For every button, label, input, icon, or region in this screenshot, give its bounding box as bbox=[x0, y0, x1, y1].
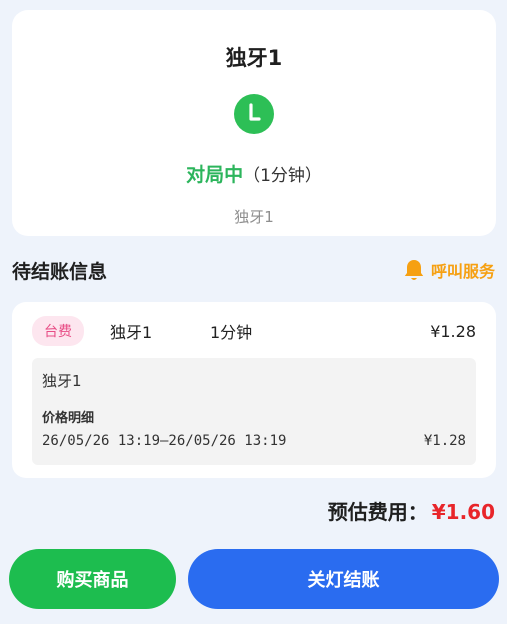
estimate-label: 预估费用： bbox=[327, 500, 428, 524]
detail-time-range: 26/05/26 13:19—26/05/26 13:19 bbox=[42, 433, 287, 449]
call-service-button[interactable]: 呼叫服务 bbox=[403, 256, 495, 284]
detail-label: 价格明细 bbox=[42, 411, 95, 426]
table-title: 独牙1 bbox=[225, 46, 283, 70]
fee-tag: 台费 bbox=[32, 316, 84, 346]
bell-icon bbox=[403, 258, 425, 282]
estimate-value: ¥1.60 bbox=[431, 500, 495, 524]
bill-name: 独牙1 bbox=[110, 323, 153, 342]
section-title: 待结账信息 bbox=[12, 261, 108, 283]
status-text: 对局中 bbox=[186, 164, 244, 186]
clock-icon bbox=[234, 94, 274, 134]
bill-row: 台费 独牙1 1分钟 ¥1.28 bbox=[32, 316, 476, 346]
detail-name: 独牙1 bbox=[42, 372, 82, 390]
status-duration: （1分钟） bbox=[243, 166, 322, 186]
status-line: 对局中（1分钟） bbox=[12, 160, 496, 187]
buy-goods-button[interactable]: 购买商品 bbox=[9, 549, 176, 609]
bill-duration: 1分钟 bbox=[210, 323, 253, 342]
estimate: 预估费用： ¥1.60 bbox=[328, 496, 495, 525]
bill-card: 台费 独牙1 1分钟 ¥1.28 独牙1 价格明细 26/05/26 13:19… bbox=[12, 302, 496, 478]
detail-amount: ¥1.28 bbox=[423, 433, 466, 449]
checkout-button[interactable]: 关灯结账 bbox=[188, 549, 499, 609]
table-subtitle: 独牙1 bbox=[234, 208, 274, 226]
call-service-label: 呼叫服务 bbox=[430, 262, 495, 281]
bill-amount: ¥1.28 bbox=[430, 321, 476, 341]
price-detail-box: 独牙1 价格明细 26/05/26 13:19—26/05/26 13:19 ¥… bbox=[32, 358, 476, 465]
page: 独牙1 对局中（1分钟） 独牙1 待结账信息 呼叫服务 台费 独牙1 1分钟 ¥… bbox=[0, 0, 507, 624]
table-status-card: 独牙1 对局中（1分钟） 独牙1 bbox=[12, 10, 496, 236]
